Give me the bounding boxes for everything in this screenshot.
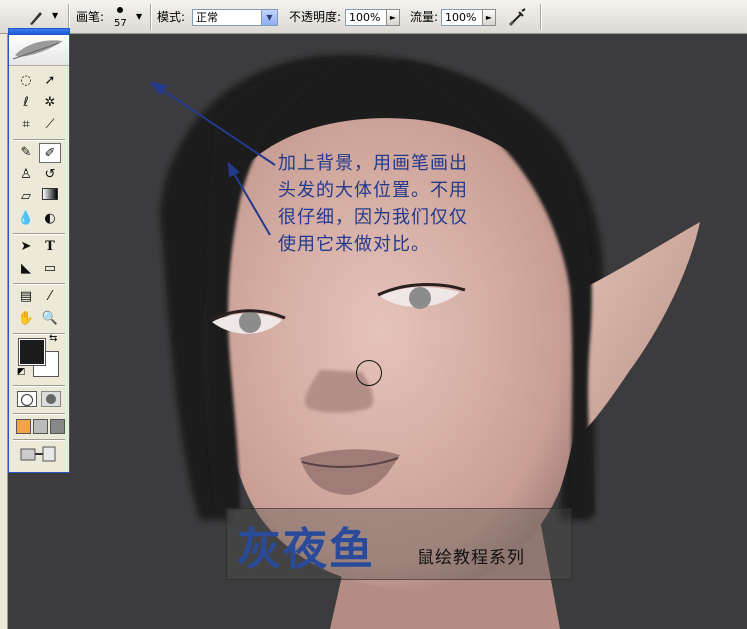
annotation-line: 使用它来做对比。 — [278, 234, 430, 255]
brush-tool-icon — [30, 12, 42, 25]
zoom-icon[interactable]: 🔍 — [39, 309, 61, 329]
screen-mode-menu-icon[interactable] — [33, 419, 48, 434]
default-colors-icon[interactable]: ◩ — [17, 367, 26, 377]
blur-icon[interactable]: 💧 — [15, 209, 37, 229]
watermark-title: 灰夜鱼 — [237, 524, 375, 575]
eyedropper-icon[interactable]: ⁄ — [39, 287, 61, 307]
opacity-label: 不透明度: — [289, 10, 342, 24]
screen-mode-full-icon[interactable] — [50, 419, 65, 434]
lasso-icon[interactable]: ℓ — [15, 93, 37, 113]
hand-icon[interactable]: ✋ — [15, 309, 37, 329]
annotation-line: 加上背景，用画笔画出 — [278, 153, 468, 174]
watermark-subtitle: 鼠绘教程系列 — [417, 548, 525, 568]
notes-icon[interactable]: ▤ — [15, 287, 37, 307]
toolbox: ◌ ➚ ℓ ✲ ⌗ ⟋ ✎ ✐ ♙ ↺ ▱ 💧 ◐ ➤ T ◣ ▭ ▤ ⁄ ✋ … — [8, 28, 70, 473]
healing-brush-icon[interactable]: ✎ — [15, 143, 37, 163]
imageready-icon — [20, 446, 56, 462]
gradient-icon[interactable] — [39, 187, 61, 207]
mode-label: 模式: — [157, 10, 186, 24]
watermark: 灰夜鱼 鼠绘教程系列 — [226, 508, 572, 580]
chevron-down-icon: ▼ — [261, 10, 277, 25]
slice-icon[interactable]: ⟋ — [39, 115, 61, 135]
shape-icon[interactable]: ▭ — [39, 259, 61, 279]
history-brush-icon[interactable]: ↺ — [39, 165, 61, 185]
adobe-feather-logo[interactable] — [9, 35, 69, 66]
flow-label: 流量: — [410, 10, 439, 24]
pen-icon[interactable]: ◣ — [15, 259, 37, 279]
crop-icon[interactable]: ⌗ — [15, 115, 37, 135]
annotation-line: 头发的大体位置。不用 — [278, 180, 468, 201]
flow-value: 100% — [445, 11, 477, 24]
standard-mode-button[interactable] — [17, 391, 37, 407]
annotation-line: 很仔细，因为我们仅仅 — [278, 207, 468, 228]
opacity-value: 100% — [349, 11, 381, 24]
quick-mask-icon — [46, 394, 56, 404]
move-icon[interactable]: ➚ — [39, 71, 61, 91]
brush-cursor-icon — [356, 360, 382, 386]
brush-tip-icon — [117, 7, 123, 13]
mode-select[interactable]: 正常 ▼ — [192, 9, 278, 26]
brush-picker[interactable]: 57 ▼ — [110, 3, 146, 31]
options-bar: ▼ 画笔: 57 ▼ 模式: 正常 ▼ 不透明度: 100% ► 流量: 100… — [0, 0, 747, 34]
magic-wand-icon[interactable]: ✲ — [39, 93, 61, 113]
flow-field[interactable]: 100% — [441, 9, 483, 26]
eraser-icon[interactable]: ▱ — [15, 187, 37, 207]
brush-size: 57 — [114, 18, 127, 29]
dodge-icon[interactable]: ◐ — [39, 209, 61, 229]
mode-value: 正常 — [196, 11, 218, 24]
flow-slider-button[interactable]: ► — [482, 9, 496, 26]
jump-to-imageready-button[interactable] — [19, 444, 59, 464]
swap-colors-icon[interactable]: ⇆ — [49, 333, 57, 344]
chevron-down-icon: ▼ — [136, 12, 143, 21]
path-select-icon[interactable]: ➤ — [15, 237, 37, 257]
workspace-edge — [0, 34, 8, 629]
brush-icon[interactable]: ✐ — [39, 143, 61, 163]
type-icon[interactable]: T — [39, 237, 61, 257]
opacity-slider-button[interactable]: ► — [386, 9, 400, 26]
chevron-down-icon: ▼ — [52, 11, 59, 20]
feather-icon — [12, 40, 63, 60]
quick-mask-button[interactable] — [41, 391, 61, 407]
screen-mode-standard-icon[interactable] — [16, 419, 31, 434]
annotation-text: 加上背景，用画笔画出 头发的大体位置。不用 很仔细，因为我们仅仅 使用它来做对比… — [278, 150, 468, 258]
opacity-field[interactable]: 100% — [345, 9, 387, 26]
airbrush-button[interactable] — [507, 6, 529, 28]
foreground-color-swatch[interactable] — [18, 338, 46, 366]
marquee-icon[interactable]: ◌ — [15, 71, 37, 91]
airbrush-icon — [508, 8, 526, 27]
tool-preset-picker[interactable]: ▼ — [24, 5, 64, 29]
standard-mode-icon — [21, 394, 33, 406]
clone-stamp-icon[interactable]: ♙ — [15, 165, 37, 185]
brush-label: 画笔: — [76, 10, 105, 24]
